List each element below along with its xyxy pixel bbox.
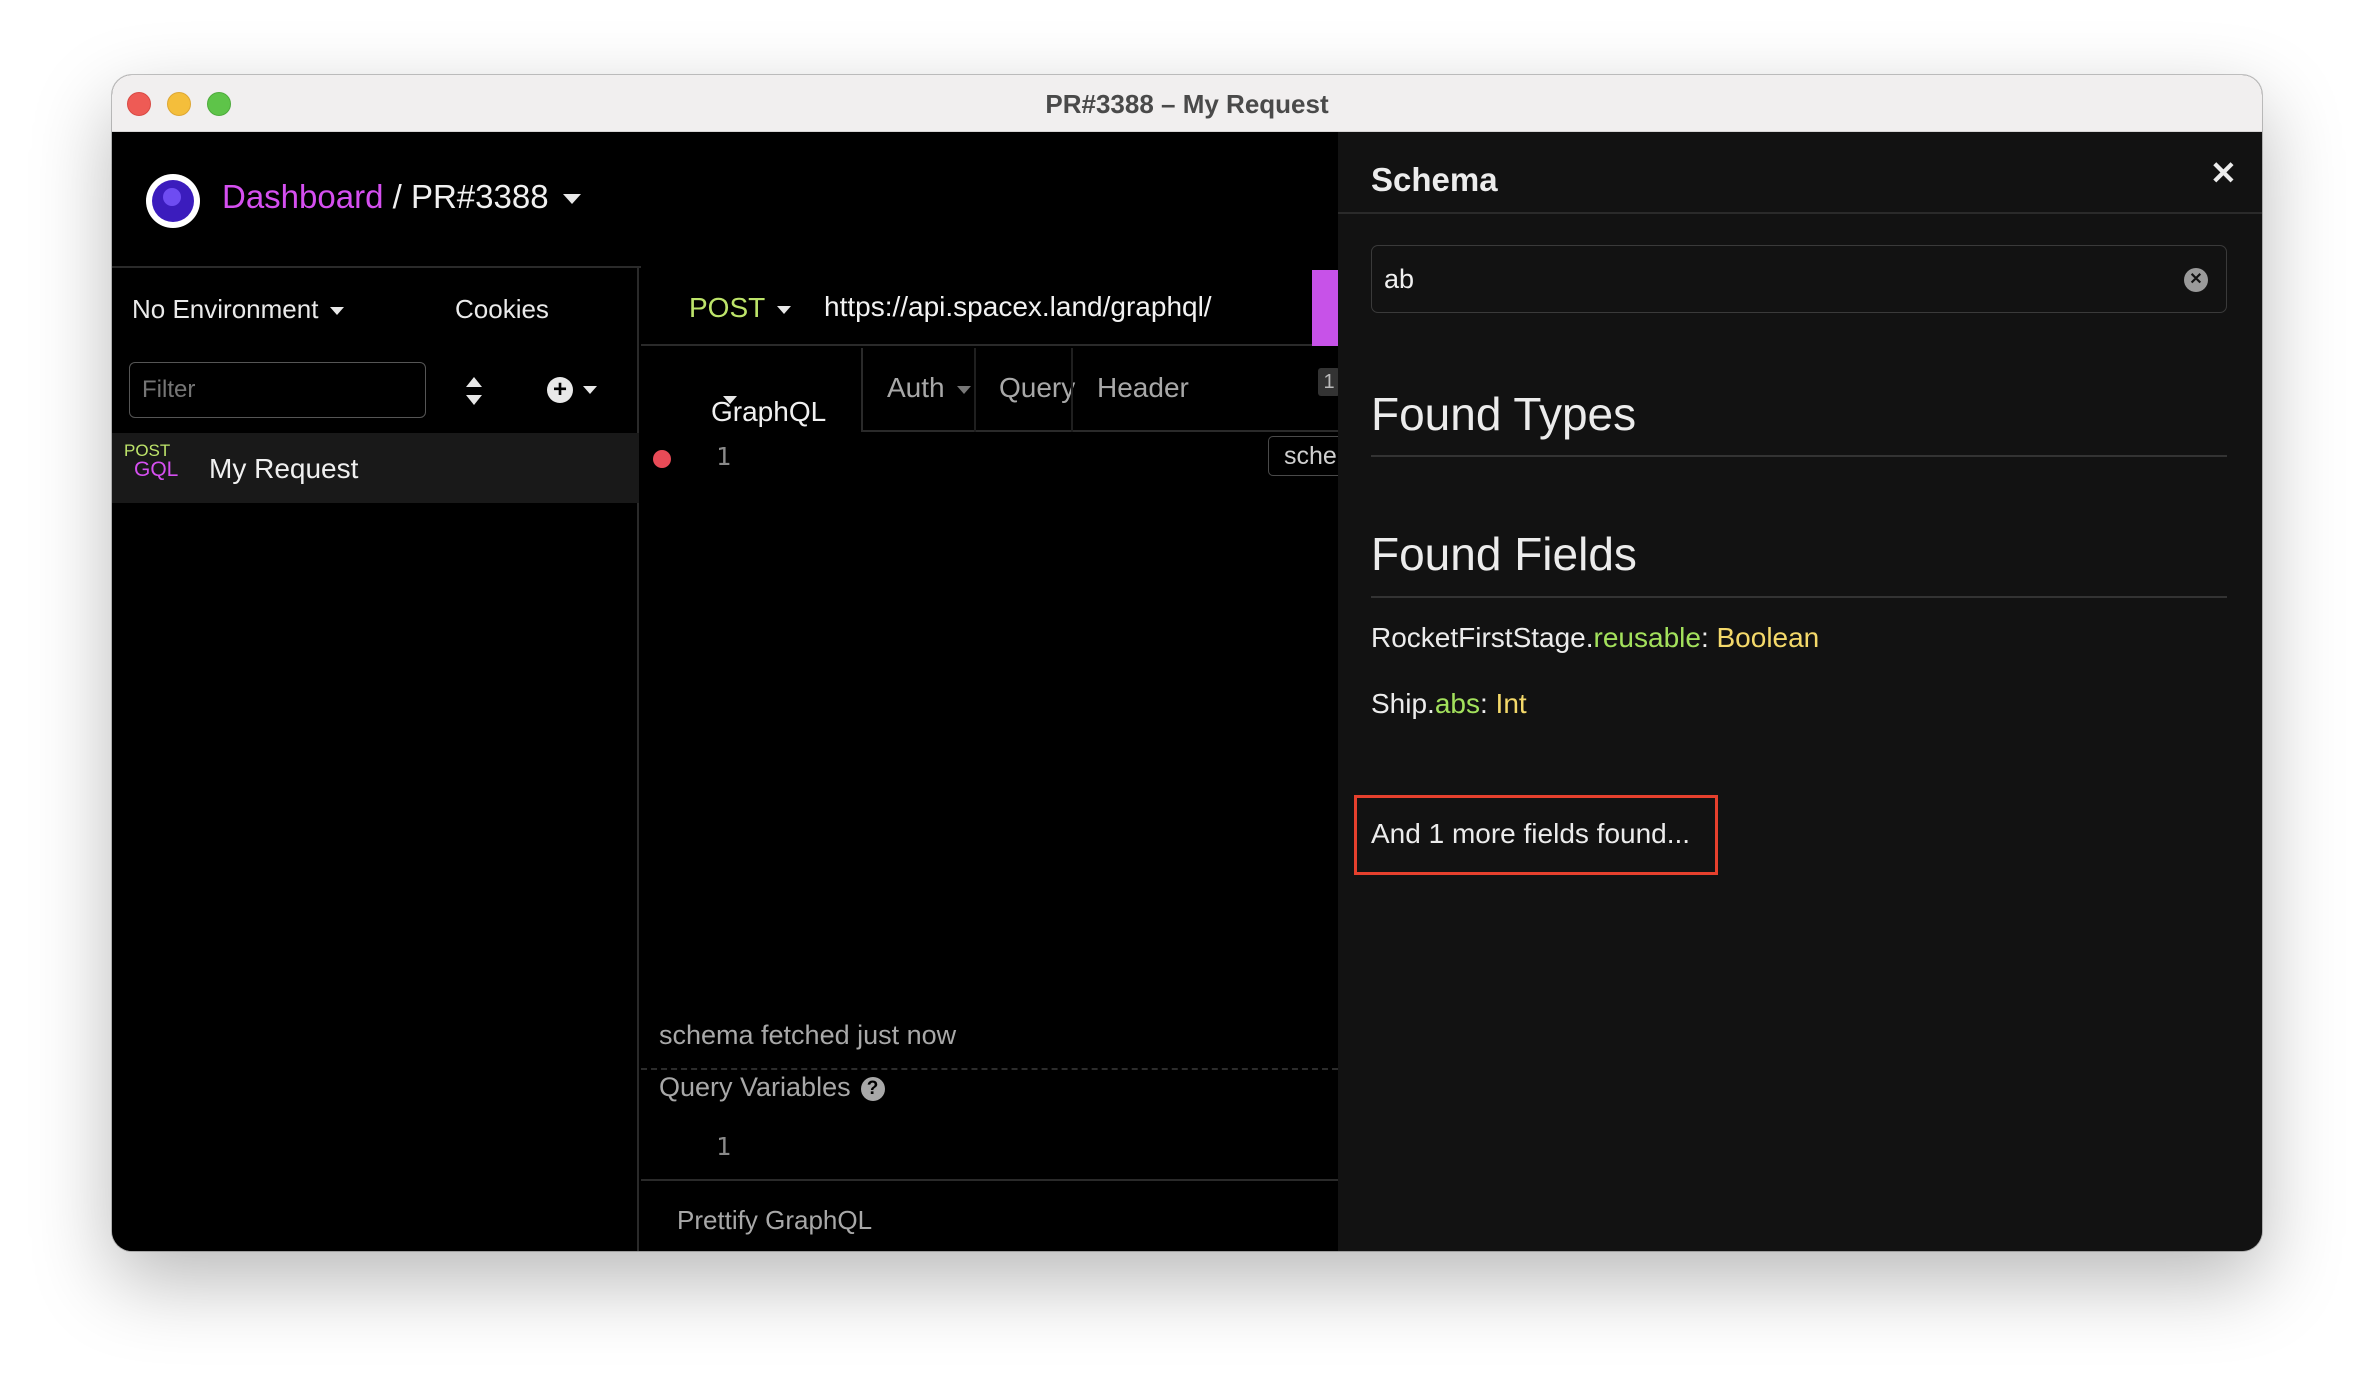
field-parent-type-link[interactable]: Ship xyxy=(1371,688,1427,719)
prettify-button[interactable]: Prettify GraphQL xyxy=(677,1205,872,1236)
sidebar: Dashboard / PR#3388 No Environment Cooki… xyxy=(112,132,1338,1251)
divider xyxy=(641,1179,1338,1181)
tab-query[interactable]: Query xyxy=(999,372,1075,404)
found-types-heading: Found Types xyxy=(1371,388,1637,440)
url-bar: POST https://api.spacex.land/graphql/ xyxy=(641,270,1338,346)
chevron-down-icon xyxy=(723,396,737,404)
request-pane: POST https://api.spacex.land/graphql/ Gr… xyxy=(641,132,1348,1251)
query-variables-header[interactable]: Query Variables? xyxy=(659,1072,885,1103)
sort-icon[interactable] xyxy=(464,374,484,408)
field-type-link[interactable]: Boolean xyxy=(1717,622,1820,653)
field-type-link[interactable]: Int xyxy=(1496,688,1527,719)
send-button[interactable] xyxy=(1312,270,1338,346)
tab-header[interactable]: Header xyxy=(1097,372,1189,404)
tab-auth-label: Auth xyxy=(887,372,945,403)
field-name-link[interactable]: abs xyxy=(1435,688,1480,719)
line-number: 1 xyxy=(716,1132,732,1161)
title-bar: PR#3388 – My Request xyxy=(112,75,2262,132)
filter-input[interactable] xyxy=(129,362,426,418)
graphql-editor[interactable]: 1 schema xyxy=(641,434,1348,1014)
query-variables-label: Query Variables xyxy=(659,1072,851,1102)
field-name-link[interactable]: reusable xyxy=(1594,622,1701,653)
tab-graphql[interactable]: GraphQL xyxy=(641,348,863,432)
header-count-badge: 1 xyxy=(1318,368,1340,396)
line-number: 1 xyxy=(716,442,732,471)
method-label: POST xyxy=(689,292,766,323)
field-result: RocketFirstStage.reusable: Boolean xyxy=(1371,622,1820,653)
schema-panel: Schema ✕ ab ✕ Found Types Found Fields R… xyxy=(1338,132,2262,1251)
chevron-down-icon xyxy=(956,385,971,394)
more-fields-link[interactable]: And 1 more fields found... xyxy=(1354,795,1718,875)
add-icon[interactable]: + xyxy=(547,377,573,403)
environment-dropdown[interactable]: No Environment xyxy=(132,294,345,325)
tab-divider xyxy=(974,348,976,432)
close-icon[interactable]: ✕ xyxy=(2210,154,2237,192)
environment-label: No Environment xyxy=(132,294,319,324)
filter-row: + xyxy=(112,350,639,430)
schema-search-input[interactable]: ab ✕ xyxy=(1371,245,2227,313)
tab-strip: Auth Query Header xyxy=(863,348,1338,432)
url-input[interactable]: https://api.spacex.land/graphql/ xyxy=(824,291,1212,323)
chevron-down-icon xyxy=(777,305,792,314)
request-type-label: GQL xyxy=(134,458,179,481)
request-method-label: POST xyxy=(124,441,171,460)
error-indicator-icon xyxy=(653,450,671,468)
chevron-down-icon xyxy=(330,307,345,316)
clear-search-icon[interactable]: ✕ xyxy=(2184,268,2208,292)
breadcrumb-project[interactable]: PR#3388 xyxy=(411,178,549,215)
breadcrumb-separator: / xyxy=(392,178,402,215)
more-fields-label: And 1 more fields found... xyxy=(1371,818,1691,849)
request-list-item[interactable]: POST GQL My Request xyxy=(112,433,639,503)
divider xyxy=(1338,212,2262,214)
field-result: Ship.abs: Int xyxy=(1371,688,1527,719)
field-parent-type-link[interactable]: RocketFirstStage xyxy=(1371,622,1586,653)
breadcrumb: Dashboard / PR#3388 xyxy=(222,178,581,216)
schema-button[interactable]: schema xyxy=(1268,436,1348,476)
request-name: My Request xyxy=(209,453,359,484)
breadcrumb-dashboard-link[interactable]: Dashboard xyxy=(222,178,383,215)
divider xyxy=(641,1068,1338,1070)
environment-row: No Environment Cookies xyxy=(112,270,639,350)
cookies-button[interactable]: Cookies xyxy=(455,294,549,325)
chevron-down-icon[interactable] xyxy=(583,386,597,394)
divider xyxy=(1371,455,2227,457)
insomnia-logo-icon[interactable] xyxy=(146,174,200,228)
schema-title: Schema xyxy=(1371,161,1498,198)
window-title: PR#3388 – My Request xyxy=(1045,89,1329,119)
app-window: PR#3388 – My Request Dashboard / PR#3388… xyxy=(112,75,2262,1251)
schema-status: schema fetched just now xyxy=(659,1020,957,1050)
found-fields-heading: Found Fields xyxy=(1371,528,1637,580)
divider xyxy=(1371,596,2227,598)
tab-auth[interactable]: Auth xyxy=(887,372,971,404)
request-tabs: GraphQL Auth Query Header 1 xyxy=(641,348,1340,432)
help-icon[interactable]: ? xyxy=(860,1077,885,1101)
method-dropdown[interactable]: POST xyxy=(689,292,792,324)
chevron-down-icon[interactable] xyxy=(562,194,581,205)
tab-divider xyxy=(1071,348,1073,432)
search-value: ab xyxy=(1384,264,1415,294)
